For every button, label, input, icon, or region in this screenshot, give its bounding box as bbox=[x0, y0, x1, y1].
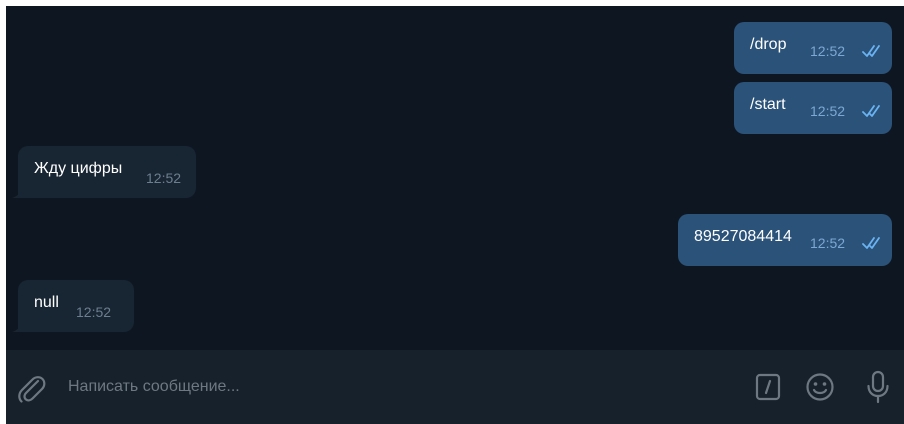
paperclip-icon[interactable] bbox=[16, 372, 46, 404]
double-check-icon bbox=[862, 237, 880, 249]
message-bubble-outgoing[interactable]: 89527084414 12:52 bbox=[678, 214, 892, 266]
message-text: /start bbox=[750, 96, 786, 113]
message-bubble-incoming[interactable]: null 12:52 bbox=[18, 280, 134, 332]
message-time: 12:52 bbox=[810, 43, 846, 59]
message-bubble-outgoing[interactable]: /drop 12:52 bbox=[734, 22, 892, 74]
message-text: 89527084414 bbox=[694, 228, 792, 245]
message-text: /drop bbox=[750, 36, 787, 53]
message-composer bbox=[6, 350, 904, 424]
microphone-icon[interactable] bbox=[864, 369, 892, 405]
double-check-icon bbox=[862, 45, 880, 57]
double-check-icon bbox=[862, 105, 880, 117]
message-bubble-outgoing[interactable]: /start 12:52 bbox=[734, 82, 892, 134]
bot-command-icon[interactable] bbox=[754, 372, 782, 402]
message-input[interactable] bbox=[62, 370, 734, 404]
message-time: 12:52 bbox=[810, 103, 846, 119]
message-list[interactable]: /drop 12:52 /start 12:52 Жду цифры 12:52 bbox=[6, 6, 904, 350]
chat-window: /drop 12:52 /start 12:52 Жду цифры 12:52 bbox=[6, 6, 904, 424]
emoji-icon[interactable] bbox=[804, 371, 836, 403]
message-text: Жду цифры bbox=[34, 160, 123, 177]
message-time: 12:52 bbox=[76, 304, 112, 320]
message-time: 12:52 bbox=[146, 170, 182, 186]
message-bubble-incoming[interactable]: Жду цифры 12:52 bbox=[18, 146, 196, 198]
message-text: null bbox=[34, 294, 59, 311]
message-time: 12:52 bbox=[810, 235, 846, 251]
